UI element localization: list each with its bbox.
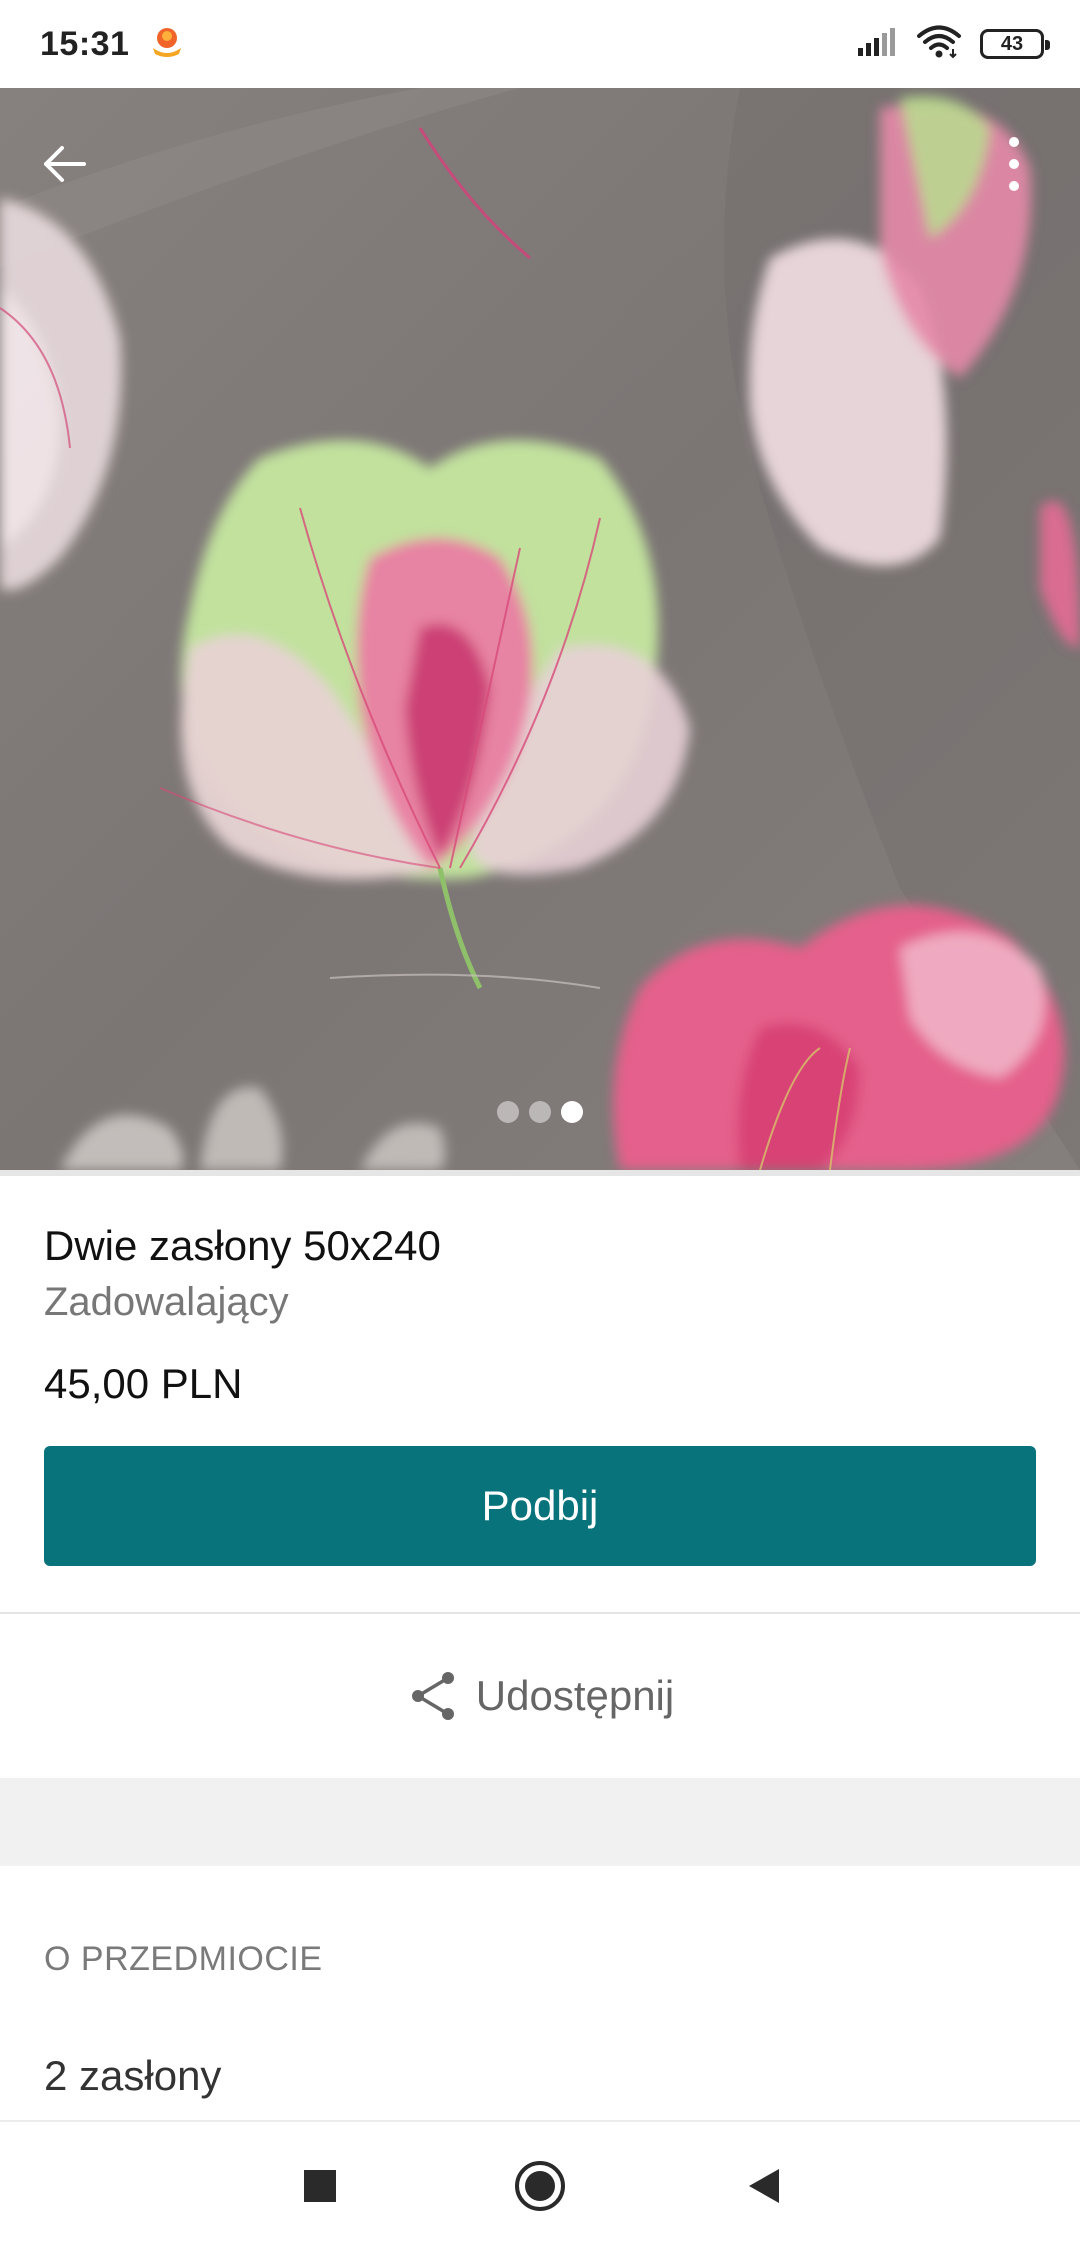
wifi-icon [916, 25, 962, 64]
item-description: 2 zasłony [44, 2052, 222, 2099]
item-photo [0, 88, 1080, 1170]
system-nav-bar [0, 2120, 1080, 2248]
status-right: 43 [856, 25, 1050, 64]
share-label: Udostępnij [475, 1672, 675, 1719]
home-button[interactable] [502, 2148, 578, 2224]
gallery-divider [0, 1170, 1080, 1176]
gallery-pagination [0, 1101, 1080, 1123]
back-button[interactable] [28, 128, 100, 200]
battery-icon: 43 [980, 29, 1050, 59]
item-page: 15:31 43 Dwie zasłony 50x240 Zadowalając… [0, 0, 1080, 2248]
system-back-button[interactable] [726, 2148, 802, 2224]
recents-button[interactable] [282, 2148, 358, 2224]
status-left: 15:31 [40, 24, 187, 65]
recents-square-icon [304, 2170, 336, 2202]
share-button[interactable]: Udostępnij [0, 1614, 1080, 1778]
back-triangle-icon [749, 2169, 779, 2203]
bump-button-label: Podbij [481, 1482, 599, 1529]
pagination-dot[interactable] [529, 1101, 551, 1123]
item-photo-gallery[interactable] [0, 88, 1080, 1170]
item-price: 45,00 PLN [44, 1360, 243, 1407]
item-condition: Zadowalający [44, 1280, 289, 1324]
share-icon [411, 1672, 454, 1720]
back-arrow-icon [44, 146, 86, 182]
more-options-button[interactable] [982, 128, 1046, 200]
signal-icon [856, 26, 898, 63]
item-title: Dwie zasłony 50x240 [44, 1222, 441, 1269]
pagination-dot-active[interactable] [561, 1101, 583, 1123]
battery-level: 43 [1000, 32, 1024, 55]
pagination-dot[interactable] [497, 1101, 519, 1123]
bump-button[interactable]: Podbij [44, 1446, 1036, 1566]
home-circle-icon [515, 2161, 565, 2211]
more-vert-icon [1009, 137, 1019, 191]
status-bar: 15:31 43 [0, 0, 1080, 88]
notification-app-icon [147, 24, 187, 65]
section-spacer [0, 1778, 1080, 1866]
status-time: 15:31 [40, 24, 130, 63]
about-heading: O PRZEDMIOCIE [44, 1940, 323, 1978]
